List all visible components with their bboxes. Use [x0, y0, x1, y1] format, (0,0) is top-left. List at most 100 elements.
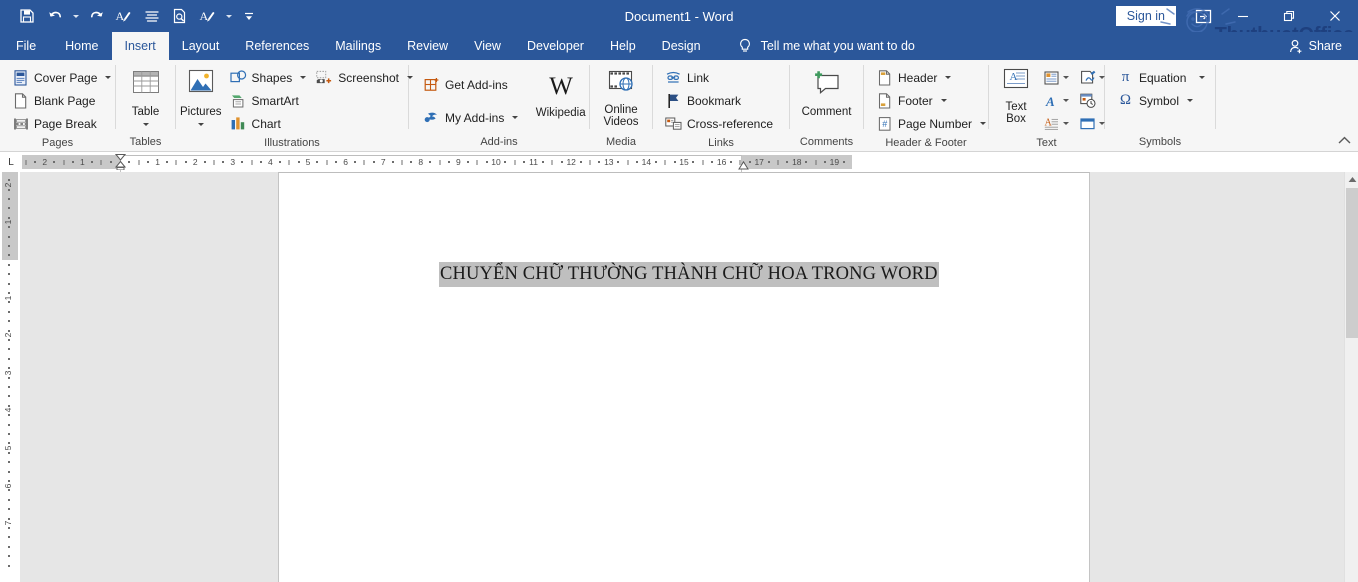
page-number-dropdown-icon[interactable]	[980, 122, 986, 125]
tell-me-search[interactable]: Tell me what you want to do	[724, 32, 929, 60]
tab-design[interactable]: Design	[649, 32, 714, 60]
vruler-quarter-tick	[8, 236, 10, 238]
ribbon-group-media: Online Videos Media	[590, 60, 652, 152]
ruler-tick-label: 15	[679, 155, 688, 169]
undo-icon[interactable]	[42, 3, 68, 29]
document-page[interactable]: CHUYỂN CHỮ THƯỜNG THÀNH CHỮ HOA TRONG WO…	[278, 172, 1090, 582]
chart-button[interactable]: Chart	[226, 112, 311, 135]
text-box-button[interactable]: A Text Box	[994, 66, 1038, 125]
tab-view[interactable]: View	[461, 32, 514, 60]
minimize-button[interactable]	[1220, 0, 1266, 32]
quick-parts-dropdown-icon[interactable]	[1063, 76, 1069, 79]
account-switch-icon[interactable]	[1186, 0, 1220, 32]
pictures-button[interactable]: Pictures	[180, 66, 222, 126]
bookmark-button[interactable]: Bookmark	[661, 89, 745, 112]
link-button[interactable]: Link	[661, 66, 713, 89]
restore-button[interactable]	[1266, 0, 1312, 32]
close-button[interactable]	[1312, 0, 1358, 32]
wikipedia-button[interactable]: W Wikipedia	[532, 66, 589, 119]
document-selected-text[interactable]: CHUYỂN CHỮ THƯỜNG THÀNH CHỮ HOA TRONG WO…	[439, 262, 939, 287]
symbol-button[interactable]: Ω Symbol	[1113, 89, 1197, 112]
footer-button[interactable]: Footer	[872, 89, 951, 112]
styles-dropdown-icon[interactable]	[223, 3, 234, 29]
comment-button[interactable]: Comment	[791, 66, 863, 118]
shapes-button[interactable]: Shapes	[226, 66, 311, 89]
ruler-tick-label: 8	[418, 155, 423, 169]
drop-cap-button[interactable]: A	[1041, 112, 1071, 135]
shapes-dropdown-icon[interactable]	[300, 76, 306, 79]
footer-dropdown-icon[interactable]	[941, 99, 947, 102]
group-label-illustrations: Illustrations	[176, 135, 408, 152]
share-button[interactable]: Share	[1281, 39, 1350, 54]
first-line-indent-marker[interactable]	[115, 154, 126, 170]
tab-developer[interactable]: Developer	[514, 32, 597, 60]
horizontal-ruler[interactable]: L 2112345678910111213141516171819	[0, 152, 1343, 172]
format-painter-icon[interactable]: A	[111, 3, 137, 29]
smartart-button[interactable]: SmartArt	[226, 89, 311, 112]
vruler-quarter-tick	[8, 546, 10, 548]
ribbon-group-addins: Get Add-ins My Add-ins W Wikipedia	[409, 60, 589, 152]
table-button[interactable]: Table	[117, 66, 175, 126]
tab-stop-selector[interactable]: L	[0, 152, 22, 172]
tab-help[interactable]: Help	[597, 32, 649, 60]
cover-page-dropdown-icon[interactable]	[105, 76, 111, 79]
equation-dropdown-icon[interactable]	[1199, 76, 1205, 79]
collapse-ribbon-icon[interactable]	[1336, 132, 1352, 148]
share-person-icon	[1289, 39, 1304, 54]
vruler-quarter-tick	[8, 414, 10, 416]
scrollbar-thumb[interactable]	[1346, 188, 1358, 338]
symbol-dropdown-icon[interactable]	[1187, 99, 1193, 102]
tab-mailings[interactable]: Mailings	[322, 32, 394, 60]
print-preview-icon[interactable]	[167, 3, 193, 29]
right-indent-marker[interactable]	[738, 161, 749, 170]
page-number-label: Page Number	[898, 117, 972, 131]
vruler-quarter-tick	[8, 320, 10, 322]
pictures-dropdown-icon[interactable]	[198, 123, 204, 126]
blank-page-button[interactable]: Blank Page	[8, 89, 99, 112]
customize-qat-icon[interactable]	[236, 3, 262, 29]
ruler-quarter-tick	[128, 161, 130, 163]
table-dropdown-icon[interactable]	[143, 123, 149, 126]
screenshot-button[interactable]: Screenshot	[312, 66, 417, 89]
cover-page-button[interactable]: Cover Page	[8, 66, 115, 89]
wordart-button[interactable]: A	[1041, 89, 1071, 112]
bookmark-icon	[665, 92, 682, 109]
tab-layout[interactable]: Layout	[169, 32, 233, 60]
vertical-scrollbar[interactable]	[1344, 172, 1358, 582]
save-icon[interactable]	[14, 3, 40, 29]
share-label: Share	[1309, 39, 1342, 53]
equation-button[interactable]: π Equation	[1113, 66, 1209, 89]
tab-references[interactable]: References	[232, 32, 322, 60]
online-videos-button[interactable]: Online Videos	[592, 66, 650, 128]
my-addins-button[interactable]: My Add-ins	[419, 106, 522, 129]
page-number-button[interactable]: # Page Number	[872, 112, 990, 135]
signature-line-button[interactable]	[1077, 66, 1107, 89]
tab-file[interactable]: File	[0, 32, 52, 60]
ruler-half-tick	[63, 160, 64, 165]
ruler-quarter-tick	[166, 161, 168, 163]
tab-home[interactable]: Home	[52, 32, 111, 60]
header-dropdown-icon[interactable]	[945, 76, 951, 79]
object-button[interactable]	[1077, 112, 1107, 135]
tab-review[interactable]: Review	[394, 32, 461, 60]
wordart-dropdown-icon[interactable]	[1063, 99, 1069, 102]
vertical-ruler[interactable]: 211234567	[0, 172, 20, 582]
document-canvas[interactable]: CHUYỂN CHỮ THƯỜNG THÀNH CHỮ HOA TRONG WO…	[20, 172, 1344, 582]
date-time-button[interactable]	[1077, 89, 1098, 112]
horizontal-ruler-track[interactable]: 2112345678910111213141516171819	[22, 155, 1329, 169]
page-break-button[interactable]: Page Break	[8, 112, 101, 135]
align-icon[interactable]	[139, 3, 165, 29]
header-button[interactable]: Header	[872, 66, 955, 89]
ruler-quarter-tick	[843, 161, 845, 163]
cross-reference-button[interactable]: Cross-reference	[661, 112, 777, 135]
scroll-up-icon[interactable]	[1345, 172, 1358, 187]
tab-insert[interactable]: Insert	[112, 32, 169, 60]
drop-cap-dropdown-icon[interactable]	[1063, 122, 1069, 125]
undo-dropdown-icon[interactable]	[70, 3, 81, 29]
styles-icon[interactable]: A	[195, 3, 221, 29]
sign-in-button[interactable]: Sign in	[1116, 6, 1176, 27]
get-addins-button[interactable]: Get Add-ins	[419, 73, 522, 96]
redo-icon[interactable]	[83, 3, 109, 29]
quick-parts-button[interactable]	[1041, 66, 1071, 89]
my-addins-dropdown-icon[interactable]	[512, 116, 518, 119]
